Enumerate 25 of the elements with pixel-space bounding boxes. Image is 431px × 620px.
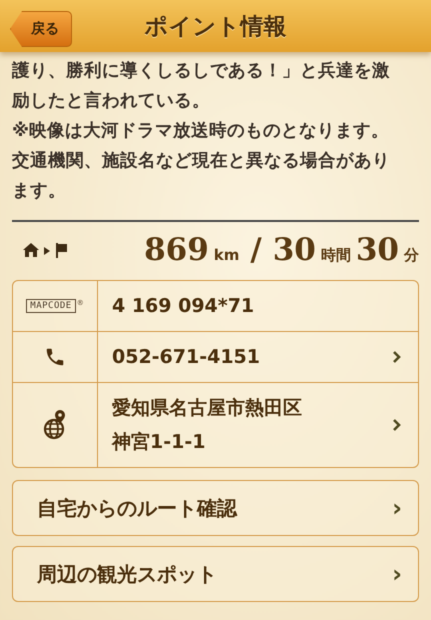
info-value: 052-671-4151 [112, 345, 260, 370]
home-to-flag-icon [22, 241, 70, 259]
separator-text: / [250, 232, 262, 268]
info-value: 愛知県名古屋市熱田区 神宮1-1-1 [112, 396, 302, 455]
minutes-unit: 分 [404, 246, 419, 265]
info-value: 4 169 094*71 [112, 294, 254, 319]
description-text: 護り、勝利に導くしるしである！」と兵達を激 [12, 60, 390, 83]
globe-pin-icon [42, 409, 68, 441]
distance-unit: km [214, 246, 240, 264]
minutes-value: 30 [356, 232, 399, 268]
chevron-icon [392, 350, 402, 364]
mapcode-logo: MAPCODE [26, 299, 76, 313]
hours-value: 30 [272, 232, 316, 268]
description-text: ※映像は大河ドラマ放送時のものとなります。 [12, 120, 390, 143]
description-text: 励したと言われている。 [12, 90, 210, 113]
screen-title: ポイント情報 [144, 12, 286, 42]
phone-icon [44, 346, 66, 368]
menu-link-button[interactable]: 周辺の観光スポット › [12, 546, 419, 602]
description-text: ます。 [12, 180, 66, 203]
back-button[interactable]: 戻る [10, 11, 72, 47]
menu-link-button[interactable]: 自宅からのルート確認 › [12, 480, 419, 536]
chevron-icon [392, 418, 402, 432]
description-text: 交通機関、施設名など現在と異なる場合があり [12, 150, 390, 173]
hours-unit: 時間 [320, 246, 351, 265]
distance-value: 869 [144, 232, 209, 268]
